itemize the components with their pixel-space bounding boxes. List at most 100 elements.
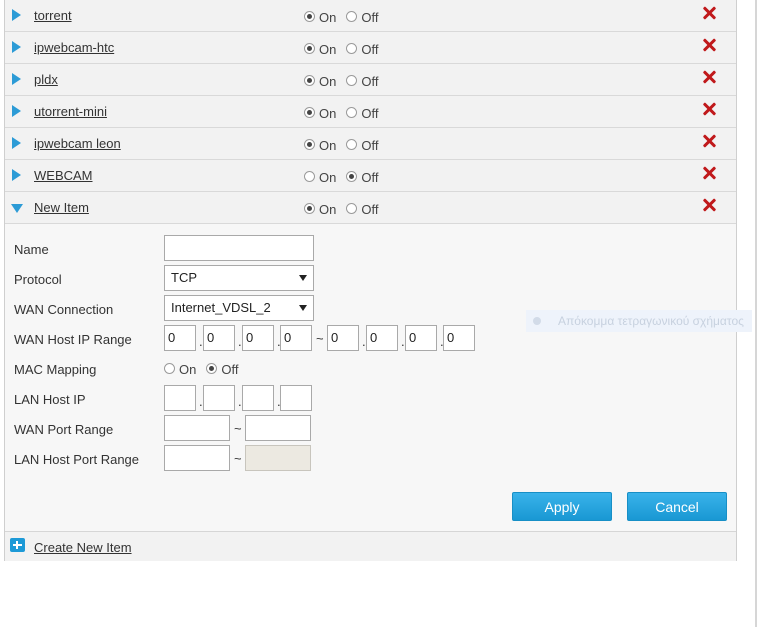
item-off-radio[interactable]: Off — [346, 9, 379, 25]
item-on-radio[interactable]: On — [304, 9, 337, 25]
triangle-right-icon[interactable] — [12, 137, 21, 149]
wan-ip-start-octet-3[interactable]: 0 — [242, 325, 274, 351]
wan-port-end-input[interactable] — [245, 415, 311, 441]
item-on-radio[interactable]: On — [304, 41, 336, 57]
wan-connection-value: Internet_VDSL_2 — [171, 300, 271, 315]
item-name-link[interactable]: ipwebcam-htc — [34, 40, 114, 55]
footer-bar: Create New Item — [5, 532, 736, 561]
list-item: utorrent-mini On Off — [5, 96, 736, 128]
radio-label: Off — [361, 10, 379, 25]
item-on-radio[interactable]: On — [304, 105, 337, 121]
radio-checked-icon — [304, 107, 315, 118]
wan-port-start-input[interactable] — [164, 415, 230, 441]
lan-host-ip-label: LAN Host IP — [14, 392, 86, 407]
radio-label: Off — [361, 42, 379, 57]
dropdown-arrow-icon — [299, 275, 307, 281]
radio-icon — [164, 363, 175, 374]
radio-checked-icon — [304, 43, 315, 54]
item-off-radio[interactable]: Off — [346, 137, 378, 153]
delete-icon[interactable] — [702, 102, 716, 116]
apply-button[interactable]: Apply — [512, 492, 612, 521]
radio-icon — [346, 139, 358, 150]
port-mapping-panel: torrent On Off ipwebcam-htc On Off pldx On Off ut… — [4, 0, 737, 561]
radio-icon — [304, 171, 315, 182]
lan-ip-octet-1[interactable] — [164, 385, 196, 411]
delete-icon[interactable] — [702, 134, 716, 148]
dropdown-arrow-icon — [299, 305, 307, 311]
list-item: ipwebcam leon On Off — [5, 128, 736, 160]
triangle-down-icon[interactable] — [11, 204, 23, 213]
create-new-item-link[interactable]: Create New Item — [34, 540, 132, 555]
item-off-radio[interactable]: Off — [346, 201, 379, 217]
delete-icon[interactable] — [702, 166, 716, 180]
wan-ip-start-octet-2[interactable]: 0 — [203, 325, 235, 351]
delete-icon[interactable] — [702, 38, 716, 52]
radio-checked-icon — [304, 75, 315, 86]
radio-label: Off — [221, 362, 239, 377]
item-on-radio[interactable]: On — [304, 137, 336, 153]
lan-ip-octet-2[interactable] — [203, 385, 235, 411]
snip-icon — [533, 317, 541, 325]
delete-icon[interactable] — [702, 70, 716, 84]
radio-icon — [346, 11, 358, 22]
item-on-radio[interactable]: On — [304, 169, 337, 185]
item-on-radio[interactable]: On — [304, 73, 337, 89]
radio-label: On — [319, 170, 337, 185]
mac-mapping-off-radio[interactable]: Off — [206, 361, 239, 377]
item-name-link[interactable]: utorrent-mini — [34, 104, 107, 119]
wan-connection-select[interactable]: Internet_VDSL_2 — [164, 295, 314, 321]
radio-label: On — [319, 106, 337, 121]
mac-mapping-on-radio[interactable]: On — [164, 361, 197, 377]
lan-ip-octet-3[interactable] — [242, 385, 274, 411]
item-name-link[interactable]: ipwebcam leon — [34, 136, 121, 151]
triangle-right-icon[interactable] — [12, 9, 21, 21]
triangle-right-icon[interactable] — [12, 169, 21, 181]
wan-ip-end-octet-1[interactable]: 0 — [327, 325, 359, 351]
wan-ip-end-octet-4[interactable]: 0 — [443, 325, 475, 351]
lan-host-port-range-label: LAN Host Port Range — [14, 452, 140, 467]
radio-icon — [346, 43, 358, 54]
radio-icon — [346, 107, 358, 118]
delete-icon[interactable] — [702, 6, 716, 20]
wan-ip-start-octet-4[interactable]: 0 — [280, 325, 312, 351]
delete-icon[interactable] — [702, 198, 716, 212]
lan-port-start-input[interactable] — [164, 445, 230, 471]
snip-tool-overlay: Απόκομμα τετραγωνικού σχήματος — [526, 310, 752, 332]
item-off-radio[interactable]: Off — [346, 41, 379, 57]
radio-label: On — [319, 74, 337, 89]
item-off-radio[interactable]: Off — [346, 105, 379, 121]
triangle-right-icon[interactable] — [12, 105, 21, 117]
protocol-select[interactable]: TCP — [164, 265, 314, 291]
triangle-right-icon[interactable] — [12, 41, 21, 53]
wan-port-range-label: WAN Port Range — [14, 422, 114, 437]
item-state-radio-group: On Off — [304, 9, 388, 25]
triangle-right-icon[interactable] — [12, 73, 21, 85]
item-name-link[interactable]: torrent — [34, 8, 72, 23]
plus-icon[interactable] — [10, 538, 25, 552]
range-tilde: ~ — [316, 331, 324, 346]
radio-label: Off — [361, 106, 379, 121]
list-item: WEBCAM On Off — [5, 160, 736, 192]
lan-ip-octet-4[interactable] — [280, 385, 312, 411]
radio-label: On — [319, 10, 337, 25]
item-on-radio[interactable]: On — [304, 201, 336, 217]
item-name-link[interactable]: pldx — [34, 72, 58, 87]
item-state-radio-group: On Off — [304, 169, 388, 185]
item-state-radio-group: On Off — [304, 137, 388, 153]
item-off-radio[interactable]: Off — [346, 73, 378, 89]
cancel-button[interactable]: Cancel — [627, 492, 727, 521]
protocol-label: Protocol — [14, 272, 62, 287]
radio-label: Off — [361, 202, 379, 217]
name-input[interactable] — [164, 235, 314, 261]
radio-label: On — [179, 362, 197, 377]
item-state-radio-group: On Off — [304, 41, 388, 57]
item-name-link[interactable]: New Item — [34, 200, 89, 215]
item-state-radio-group: On Off — [304, 201, 388, 217]
wan-ip-end-octet-2[interactable]: 0 — [366, 325, 398, 351]
wan-ip-start-octet-1[interactable]: 0 — [164, 325, 196, 351]
item-off-radio[interactable]: Off — [346, 169, 378, 185]
wan-ip-end-octet-3[interactable]: 0 — [405, 325, 437, 351]
list-item: pldx On Off — [5, 64, 736, 96]
item-name-link[interactable]: WEBCAM — [34, 168, 93, 183]
item-state-radio-group: On Off — [304, 73, 388, 89]
